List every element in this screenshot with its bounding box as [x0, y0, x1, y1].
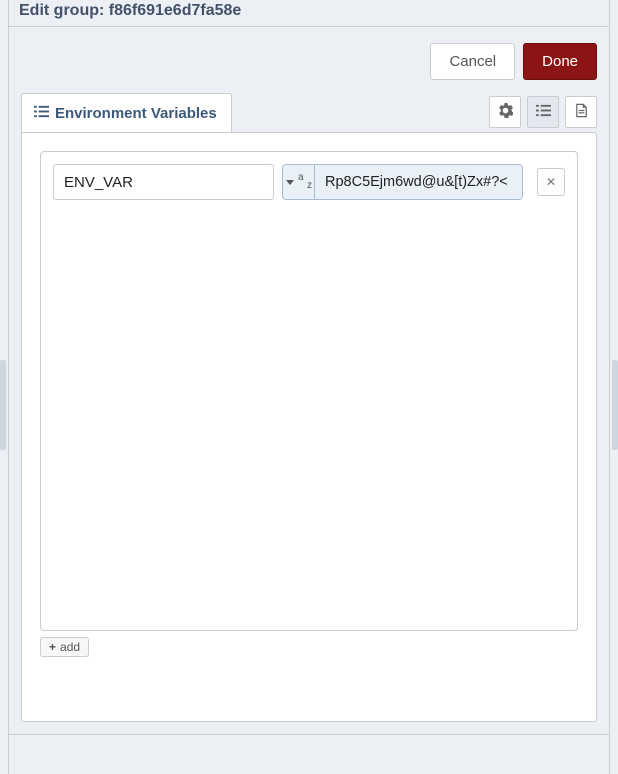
file-icon: [574, 103, 589, 121]
settings-button[interactable]: [489, 96, 521, 128]
env-vars-list: az ✕: [40, 151, 578, 631]
tool-icons: [489, 96, 597, 132]
add-var-label: add: [60, 640, 80, 654]
page-title: Edit group: f86f691e6d7fa58e: [19, 0, 599, 22]
file-view-button[interactable]: [565, 96, 597, 128]
cancel-button-label: Cancel: [449, 53, 496, 70]
done-button[interactable]: Done: [523, 43, 597, 80]
gear-icon: [498, 103, 513, 121]
header: Edit group: f86f691e6d7fa58e: [9, 0, 609, 27]
env-var-row: az ✕: [53, 164, 565, 200]
env-var-value-input[interactable]: [315, 165, 522, 199]
value-type-dropdown[interactable]: az: [283, 165, 315, 199]
remove-var-button[interactable]: ✕: [537, 168, 565, 196]
dialog-panel: Edit group: f86f691e6d7fa58e Cancel Done…: [8, 0, 610, 774]
footer-separator: [9, 734, 609, 766]
cancel-button[interactable]: Cancel: [430, 43, 515, 80]
tab-label: Environment Variables: [55, 105, 217, 122]
action-buttons: Cancel Done: [9, 27, 609, 92]
resize-handle-right[interactable]: [612, 360, 618, 450]
plus-icon: +: [49, 640, 56, 654]
done-button-label: Done: [542, 53, 578, 70]
tab-environment-variables[interactable]: Environment Variables: [21, 93, 232, 133]
chevron-down-icon: [286, 180, 294, 185]
tabs-row: Environment Variables: [9, 92, 609, 132]
string-type-icon: az: [299, 175, 311, 189]
list-icon: [536, 103, 551, 121]
resize-handle-left[interactable]: [0, 360, 6, 450]
add-var-button[interactable]: + add: [40, 637, 89, 657]
list-view-button[interactable]: [527, 96, 559, 128]
env-var-name-input[interactable]: [53, 164, 274, 200]
content-panel: az ✕ + add: [21, 132, 597, 722]
env-var-value-wrap: az: [282, 164, 523, 200]
close-icon: ✕: [546, 175, 556, 189]
list-icon: [34, 104, 49, 123]
